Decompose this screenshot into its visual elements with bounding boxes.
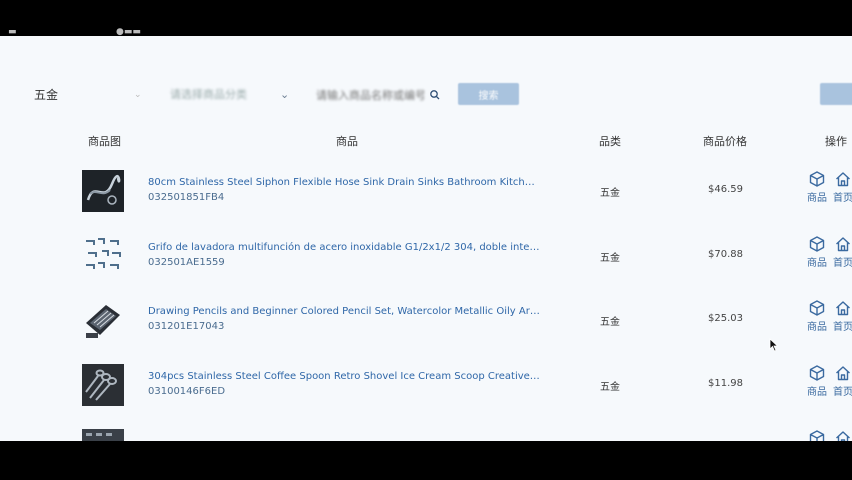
home-icon	[836, 431, 850, 441]
home-action[interactable]: 首页	[832, 235, 852, 271]
category-select-value: 五金	[34, 88, 59, 102]
home-icon	[836, 301, 850, 316]
product-action[interactable]: 商品	[806, 235, 828, 271]
right-action-button[interactable]	[820, 83, 852, 105]
product-sku: 03100146F6ED	[148, 386, 226, 397]
home-action[interactable]: 首页	[832, 299, 852, 335]
product-price: $70.88	[708, 249, 743, 260]
home-action-label: 首页	[833, 387, 852, 398]
home-action-label: 首页	[833, 193, 852, 204]
subcategory-select[interactable]: 请选择商品分类	[170, 83, 294, 107]
product-action-label: 商品	[807, 387, 827, 398]
home-action-label: 首页	[833, 258, 852, 269]
search-icon[interactable]	[429, 89, 441, 101]
home-icon	[836, 172, 850, 187]
chevron-down-icon[interactable]: ⌄	[280, 83, 289, 107]
product-action-label: 商品	[807, 258, 827, 269]
cube-icon	[809, 430, 825, 441]
table-row: Grifo de lavadora multifunción de acero …	[0, 235, 852, 300]
product-category: 五金	[600, 253, 620, 264]
window-bottom-bar	[0, 441, 852, 480]
home-action[interactable]: 首页	[832, 364, 852, 400]
subcategory-placeholder: 请选择商品分类	[170, 88, 247, 101]
search-button[interactable]: 搜索	[458, 83, 519, 105]
table-row: Drawing Pencils and Beginner Colored Pen…	[0, 299, 852, 364]
chevron-down-icon: ⌄	[134, 90, 142, 100]
search-input[interactable]	[316, 83, 424, 107]
product-action[interactable]: 商品	[806, 364, 828, 400]
table-row: 304pcs Stainless Steel Coffee Spoon Retr…	[0, 364, 852, 429]
table-row	[0, 429, 852, 441]
home-icon	[836, 237, 850, 252]
table-row: 80cm Stainless Steel Siphon Flexible Hos…	[0, 170, 852, 235]
product-category: 五金	[600, 382, 620, 393]
product-sku: 032501851FB4	[148, 192, 225, 203]
home-action-label: 首页	[833, 322, 852, 333]
product-price: $46.59	[708, 184, 743, 195]
product-name-link[interactable]: Grifo de lavadora multifunción de acero …	[148, 242, 540, 253]
product-image[interactable]	[82, 299, 124, 341]
product-category: 五金	[600, 317, 620, 328]
product-name-link[interactable]: 80cm Stainless Steel Siphon Flexible Hos…	[148, 177, 540, 188]
home-action[interactable]: 首页	[832, 170, 852, 206]
cube-icon	[809, 171, 825, 187]
header-price: 商品价格	[703, 135, 747, 148]
product-image[interactable]	[82, 429, 124, 441]
product-action-label: 商品	[807, 193, 827, 204]
product-price: $11.98	[708, 378, 743, 389]
home-icon	[836, 366, 850, 381]
product-action[interactable]: 商品	[806, 299, 828, 335]
product-action-label: 商品	[807, 322, 827, 333]
header-category: 品类	[599, 135, 621, 148]
product-sku: 031201E17043	[148, 321, 225, 332]
product-name-link[interactable]: 304pcs Stainless Steel Coffee Spoon Retr…	[148, 371, 540, 382]
cube-icon	[809, 236, 825, 252]
product-name-link[interactable]: Drawing Pencils and Beginner Colored Pen…	[148, 306, 540, 317]
top-bar-fragment: ▬	[8, 27, 17, 37]
top-bar-fragment: ●▬▬	[116, 27, 141, 37]
product-action[interactable]	[806, 429, 828, 441]
product-image[interactable]	[82, 364, 124, 406]
home-action[interactable]	[832, 429, 852, 441]
header-actions: 操作	[825, 135, 847, 148]
product-action[interactable]: 商品	[806, 170, 828, 206]
mouse-cursor-icon	[769, 338, 779, 352]
header-product: 商品	[336, 135, 358, 148]
table-header: 商品图 商品 品类 商品价格 操作	[0, 133, 852, 151]
filter-bar: 五金 ⌄ 请选择商品分类 ⌄ 搜索	[0, 83, 852, 107]
cube-icon	[809, 300, 825, 316]
product-sku: 032501AE1559	[148, 257, 225, 268]
product-price: $25.03	[708, 313, 743, 324]
product-list-page: 五金 ⌄ 请选择商品分类 ⌄ 搜索 商品图 商品 品类 商品价格 操作 80cm…	[0, 36, 852, 441]
cube-icon	[809, 365, 825, 381]
window-top-bar: ▬ ●▬▬	[0, 0, 852, 37]
product-image[interactable]	[82, 170, 124, 212]
header-image: 商品图	[88, 135, 121, 148]
product-image[interactable]	[82, 235, 124, 277]
product-category: 五金	[600, 188, 620, 199]
category-select[interactable]: 五金 ⌄	[34, 83, 144, 107]
